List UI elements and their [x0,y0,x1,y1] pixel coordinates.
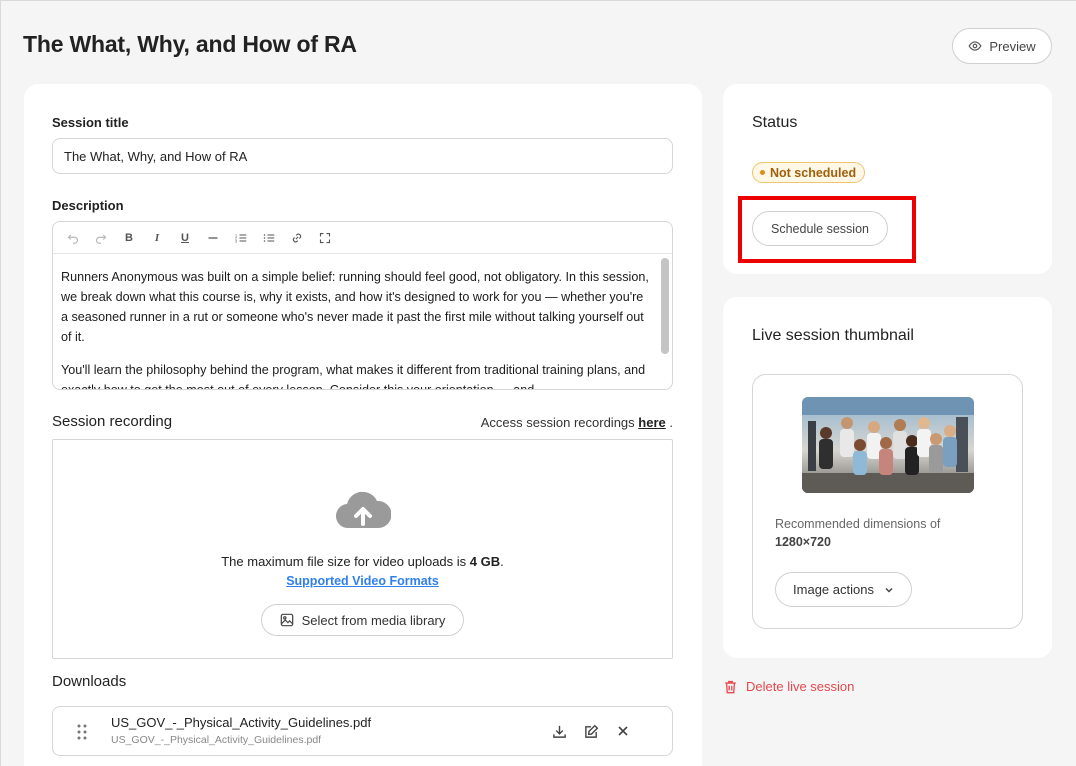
drag-handle-icon[interactable] [77,724,87,740]
link-icon[interactable] [283,226,311,250]
status-dot-icon [760,170,765,175]
underline-icon[interactable]: U [171,226,199,250]
downloads-label: Downloads [52,673,127,690]
page-title: The What, Why, and How of RA [23,31,357,57]
delete-label: Delete live session [746,679,855,694]
max-file-size-text: The maximum file size for video uploads … [53,554,672,569]
recommended-dims: 1280×720 [775,535,831,549]
svg-text:3: 3 [235,239,237,243]
session-title-label: Session title [52,115,129,130]
description-paragraph: Runners Anonymous was built on a simple … [61,270,649,344]
description-text[interactable]: Runners Anonymous was built on a simple … [53,255,660,389]
trash-icon [725,680,736,693]
redo-icon[interactable] [87,226,115,250]
editor-scrollbar[interactable] [661,256,670,387]
ordered-list-icon[interactable]: 123 [227,226,255,250]
image-actions-button[interactable]: Image actions [775,572,912,607]
editor-scrollbar-thumb[interactable] [661,258,669,354]
description-paragraph: You'll learn the philosophy behind the p… [61,363,646,389]
italic-icon[interactable]: I [143,226,171,250]
max-size-suffix: . [500,554,504,569]
media-library-label: Select from media library [301,612,446,628]
recommended-label: Recommended dimensions of [775,517,941,531]
eye-icon [968,41,982,51]
access-prefix: Access session recordings [480,415,635,430]
image-icon [280,613,293,627]
download-icon[interactable] [550,722,568,740]
session-form-card: Session title Description B I U 123 Runn… [24,84,702,766]
download-file-subtitle: US_GOV_-_Physical_Activity_Guidelines.pd… [111,734,322,746]
description-editor[interactable]: B I U 123 Runners Anonymous was built on… [52,221,673,390]
status-card: Status Not scheduled Schedule session [723,84,1052,274]
recommended-dimensions-text: Recommended dimensions of 1280×720 [775,515,995,551]
preview-button[interactable]: Preview [952,28,1052,64]
chevron-down-icon [885,587,893,593]
delete-live-session-link[interactable]: Delete live session [724,679,854,694]
edit-icon[interactable] [582,722,600,740]
undo-icon[interactable] [59,226,87,250]
select-media-library-button[interactable]: Select from media library [261,604,464,636]
access-suffix: . [669,415,673,430]
session-recording-label: Session recording [52,413,173,430]
thumbnail-image[interactable] [802,397,974,493]
session-title-input[interactable] [52,138,673,174]
schedule-session-button[interactable]: Schedule session [752,211,888,246]
status-badge-label: Not scheduled [770,165,857,180]
status-title: Status [752,114,798,131]
preview-label: Preview [989,38,1036,54]
access-recordings-text: Access session recordings here . [481,415,673,430]
bullet-list-icon[interactable] [255,226,283,250]
bold-icon[interactable]: B [115,226,143,250]
fullscreen-icon[interactable] [311,226,339,250]
status-badge: Not scheduled [752,162,866,183]
recordings-here-link[interactable]: here [638,415,665,430]
editor-toolbar: B I U 123 [53,222,672,254]
cloud-upload-icon [336,491,391,529]
remove-icon[interactable] [614,722,632,740]
image-actions-label: Image actions [793,582,874,597]
supported-formats-link[interactable]: Supported Video Formats [53,574,672,588]
description-label: Description [52,198,124,213]
max-size-prefix: The maximum file size for video uploads … [221,554,467,569]
thumbnail-title: Live session thumbnail [752,327,914,344]
download-file-name: US_GOV_-_Physical_Activity_Guidelines.pd… [111,715,372,730]
video-upload-dropzone[interactable]: The maximum file size for video uploads … [52,439,673,659]
max-size-value: 4 GB [469,554,501,569]
thumbnail-panel: Recommended dimensions of 1280×720 Image… [752,374,1023,629]
thumbnail-card: Live session thumbnail Recommended dimen… [723,297,1052,658]
horizontal-rule-icon[interactable] [199,226,227,250]
download-item: US_GOV_-_Physical_Activity_Guidelines.pd… [52,706,673,756]
